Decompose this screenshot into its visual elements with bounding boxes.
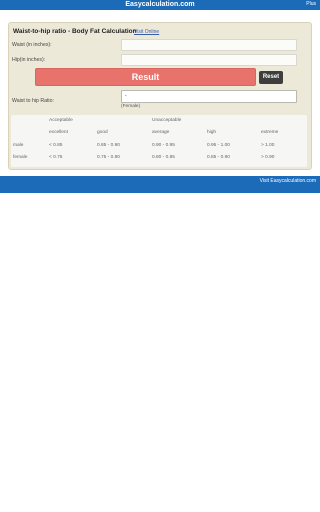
hip-label: Hip(in inches): (12, 57, 46, 63)
table-cell: > 1.00 (261, 143, 275, 148)
calculator-title: Waist-to-hip ratio - Body Fat Calculatio… (13, 28, 137, 35)
top-bar: Easycalculation.com Plus (0, 0, 320, 10)
waist-label: Waist (in inches): (12, 42, 52, 48)
ratio-output: - (121, 90, 297, 103)
ratio-hint: (Female) (121, 104, 141, 109)
visit-online-link[interactable]: Visit Online (134, 29, 159, 35)
column-header: average (152, 130, 170, 135)
table-cell: 0.95 - 1.00 (207, 143, 230, 148)
table-cell: < 0.85 (49, 143, 63, 148)
table-cell: > 0.90 (261, 155, 275, 160)
column-header: excellent (49, 130, 68, 135)
table-cell: 0.85 - 0.90 (207, 155, 230, 160)
group-header-unacceptable: Unacceptable (152, 118, 182, 123)
reference-table: Acceptable Unacceptable excellent good a… (11, 115, 307, 167)
sub-bar (0, 10, 320, 20)
row-label-female: female (13, 155, 28, 160)
site-title: Easycalculation.com (125, 1, 195, 8)
calculator-card: Waist-to-hip ratio - Body Fat Calculatio… (8, 22, 312, 170)
ratio-label: Waist to hip Ratio: (12, 98, 54, 104)
result-button[interactable]: Result (35, 68, 256, 86)
table-cell: 0.85 - 0.90 (97, 143, 120, 148)
plus-link[interactable]: Plus (306, 0, 316, 9)
column-header: good (97, 130, 108, 135)
footer-bar-lower (0, 186, 320, 193)
table-cell: 0.75 - 0.80 (97, 155, 120, 160)
hip-input[interactable] (121, 54, 297, 66)
column-header: extreme (261, 130, 279, 135)
waist-input[interactable] (121, 39, 297, 51)
visit-easycalculation-link[interactable]: Visit Easycalculation.com (260, 176, 316, 186)
footer-bar: Visit Easycalculation.com (0, 176, 320, 186)
table-cell: < 0.75 (49, 155, 63, 160)
table-cell: 0.80 - 0.85 (152, 155, 175, 160)
column-header: high (207, 130, 217, 135)
reset-button[interactable]: Reset (259, 71, 283, 84)
row-label-male: male (13, 143, 24, 148)
table-cell: 0.90 - 0.95 (152, 143, 175, 148)
group-header-acceptable: Acceptable (49, 118, 73, 123)
